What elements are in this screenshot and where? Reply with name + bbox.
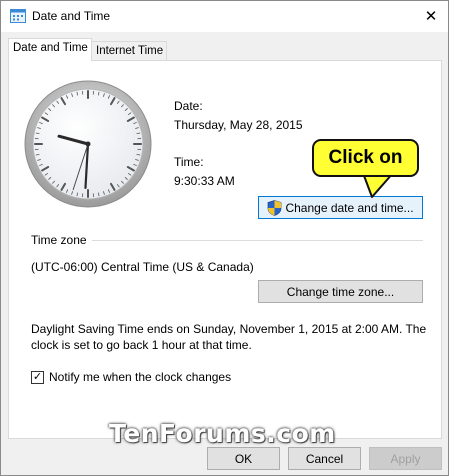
analog-clock [24,80,152,208]
cancel-label: Cancel [305,451,344,466]
ok-label: OK [234,451,253,466]
time-label: Time: [174,155,204,169]
window-title: Date and Time [32,9,111,23]
change-date-and-time-button[interactable]: Change date and time... [258,196,423,219]
cancel-button[interactable]: Cancel [288,447,361,470]
time-zone-heading: Time zone [31,233,87,247]
time-zone-divider [92,240,423,241]
close-icon: ✕ [424,8,438,25]
tab-date-and-time[interactable]: Date and Time [8,38,92,61]
tab-internet-time[interactable]: Internet Time [91,41,167,61]
click-on-callout: Click on [312,139,419,177]
uac-shield-icon [268,199,282,216]
apply-button[interactable]: Apply [369,447,442,470]
change-time-zone-label: Change time zone... [286,284,395,299]
notify-checkbox[interactable]: ✓ [31,371,44,384]
notify-checkbox-label[interactable]: Notify me when the clock changes [49,370,231,384]
date-label: Date: [174,99,203,113]
ok-button[interactable]: OK [207,447,280,470]
time-value: 9:30:33 AM [174,174,235,188]
title-bar[interactable]: Date and Time ✕ [1,1,448,32]
time-zone-value: (UTC-06:00) Central Time (US & Canada) [31,260,254,274]
date-value: Thursday, May 28, 2015 [174,118,303,132]
close-button[interactable]: ✕ [416,1,446,31]
change-date-and-time-label: Change date and time... [285,200,414,215]
checkmark-icon: ✓ [32,371,43,383]
date-time-dialog: Date and Time ✕ Date and Time Internet T… [0,0,449,476]
change-time-zone-button[interactable]: Change time zone... [258,280,423,303]
dst-notice-line-2: clock is set to go back 1 hour at that t… [31,338,252,352]
callout-text: Click on [328,147,403,168]
tenforums-watermark: TenForums.com [109,419,336,448]
date-time-app-icon [10,9,26,23]
apply-label: Apply [390,451,421,466]
dst-notice-line-1: Daylight Saving Time ends on Sunday, Nov… [31,322,427,336]
